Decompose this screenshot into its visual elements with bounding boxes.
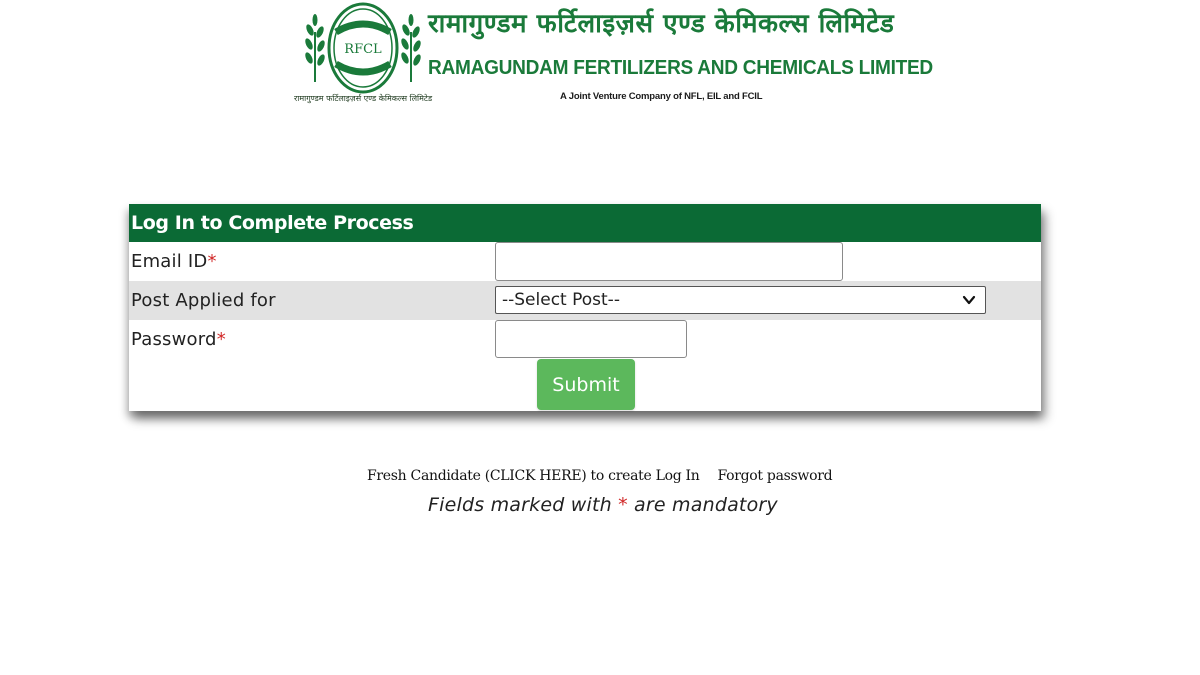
required-marker: * [618,494,628,516]
required-marker: * [216,329,226,350]
wheat-left-icon [305,14,325,82]
password-row: Password* [129,320,1041,359]
submit-row: Submit [129,359,1041,410]
company-name-english: RAMAGUNDAM FERTILIZERS AND CHEMICALS LIM… [428,56,933,79]
joint-venture-text: A Joint Venture Company of NFL, EIL and … [560,91,763,102]
mandatory-note: Fields marked with * are mandatory [428,494,778,516]
submit-button[interactable]: Submit [537,359,635,410]
post-row: Post Applied for --Select Post-- [129,281,1041,320]
chevron-down-icon [962,295,976,305]
emblem-caption: रामागुण्डम फर्टिलाइज़र्स एण्ड केमिकल्स ल… [294,94,433,103]
forgot-password-link[interactable]: Forgot password [717,468,832,484]
post-select-value: --Select Post-- [502,290,620,310]
rfcl-logo: RFCL [304,2,422,94]
post-label: Post Applied for [131,290,276,311]
email-field[interactable] [495,242,843,281]
login-heading: Log In to Complete Process [129,204,1041,242]
email-row: Email ID* [129,242,1041,281]
wheat-right-icon [401,14,421,82]
company-name-hindi: रामागुण्डम फर्टिलाइज़र्स एण्ड केमिकल्स ल… [428,9,895,39]
account-links: Fresh Candidate (CLICK HERE) to create L… [367,468,833,484]
page-header: RFCL रामागुण्डम फर्टिलाइज़र्स एण्ड केमिक… [290,0,933,110]
email-label: Email ID* [131,251,217,272]
fresh-candidate-link[interactable]: Fresh Candidate (CLICK HERE) to create L… [367,468,700,484]
password-field[interactable] [495,320,687,358]
logo-text: RFCL [344,42,382,57]
password-label: Password* [131,329,226,350]
post-select[interactable]: --Select Post-- [495,286,986,314]
required-marker: * [207,251,217,272]
login-page: RFCL रामागुण्डम फर्टिलाइज़र्स एण्ड केमिक… [0,0,1200,675]
login-panel: Log In to Complete Process Email ID* Pos… [129,204,1041,411]
